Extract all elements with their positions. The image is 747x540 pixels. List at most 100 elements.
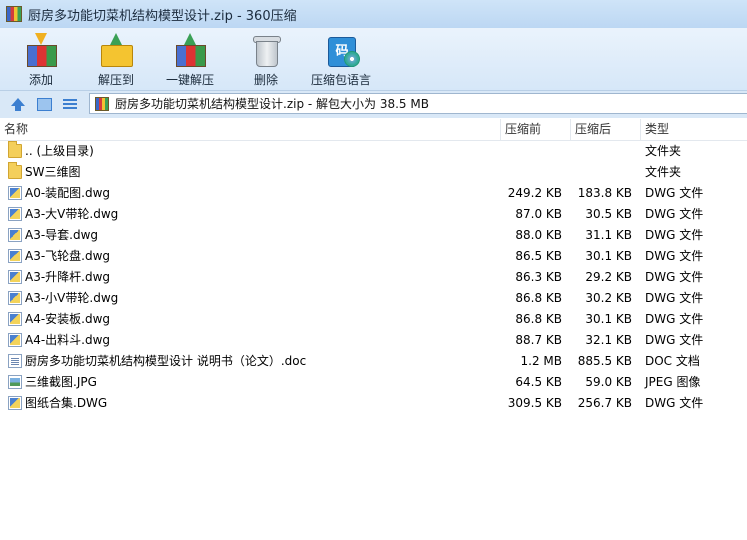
file-type: DWG 文件: [645, 291, 704, 305]
file-row[interactable]: A4-出料斗.dwg 88.7 KB 32.1 KB DWG 文件: [0, 330, 747, 351]
file-name: A0-装配图.dwg: [25, 186, 111, 200]
file-name: 图纸合集.DWG: [25, 396, 108, 410]
archive-language-button[interactable]: 码 压缩包语言: [308, 30, 374, 88]
file-size-before: 86.8 KB: [515, 312, 562, 326]
large-icon-view-icon[interactable]: [36, 96, 52, 112]
file-row[interactable]: 图纸合集.DWG 309.5 KB 256.7 KB DWG 文件: [0, 393, 747, 414]
archive-language-button-label: 压缩包语言: [310, 73, 371, 87]
file-name: A4-出料斗.dwg: [25, 333, 111, 347]
file-size-before: 309.5 KB: [507, 396, 562, 410]
file-row[interactable]: SW三维图 文件夹: [0, 162, 747, 183]
file-size-after: 59.0 KB: [585, 375, 632, 389]
file-row[interactable]: A4-安装板.dwg 86.8 KB 30.1 KB DWG 文件: [0, 309, 747, 330]
address-bar[interactable]: 厨房多功能切菜机结构模型设计.zip - 解包大小为 38.5 MB: [89, 93, 747, 114]
file-type: DWG 文件: [645, 186, 704, 200]
file-size-after: 31.1 KB: [585, 228, 632, 242]
file-size-after: 30.5 KB: [585, 207, 632, 221]
file-type: 文件夹: [645, 144, 682, 158]
dwg-file-icon: [8, 249, 22, 263]
dwg-file-icon: [8, 291, 22, 305]
file-row[interactable]: 三维截图.JPG 64.5 KB 59.0 KB JPEG 图像: [0, 372, 747, 393]
file-name: A3-小V带轮.dwg: [25, 291, 119, 305]
file-row[interactable]: A3-导套.dwg 88.0 KB 31.1 KB DWG 文件: [0, 225, 747, 246]
window-title: 厨房多功能切菜机结构模型设计.zip - 360压缩: [28, 8, 297, 24]
file-type: DWG 文件: [645, 333, 704, 347]
file-row-parent-dir[interactable]: .. (上级目录) 文件夹: [0, 141, 747, 162]
file-size-after: 30.1 KB: [585, 312, 632, 326]
file-type: DWG 文件: [645, 312, 704, 326]
file-name: A3-大V带轮.dwg: [25, 207, 119, 221]
file-type: 文件夹: [645, 165, 682, 179]
dwg-file-icon: [8, 186, 22, 200]
file-size-after: 183.8 KB: [577, 186, 632, 200]
file-size-before: 86.8 KB: [515, 291, 562, 305]
file-row[interactable]: A3-大V带轮.dwg 87.0 KB 30.5 KB DWG 文件: [0, 204, 747, 225]
dwg-file-icon: [8, 207, 22, 221]
file-row[interactable]: 厨房多功能切菜机结构模型设计 说明书（论文）.doc 1.2 MB 885.5 …: [0, 351, 747, 372]
column-header-name[interactable]: 名称: [0, 119, 500, 140]
one-click-extract-icon: [173, 33, 207, 67]
doc-file-icon: [8, 354, 22, 368]
file-size-after: 29.2 KB: [585, 270, 632, 284]
navigation-bar: 厨房多功能切菜机结构模型设计.zip - 解包大小为 38.5 MB: [0, 90, 747, 118]
file-name: SW三维图: [25, 165, 81, 179]
extract-to-button[interactable]: 解压到: [83, 30, 149, 88]
file-list-header: 名称 压缩前 压缩后 类型: [0, 119, 747, 141]
archive-language-icon: 码: [324, 33, 360, 67]
column-header-compressed-after[interactable]: 压缩后: [570, 119, 640, 140]
folder-icon: [8, 162, 22, 179]
file-name: 三维截图.JPG: [25, 375, 97, 389]
file-type: DOC 文档: [645, 354, 700, 368]
file-name: A3-升降杆.dwg: [25, 270, 111, 284]
folder-icon: [8, 141, 22, 158]
dwg-file-icon: [8, 333, 22, 347]
file-size-after: 256.7 KB: [577, 396, 632, 410]
file-name: A4-安装板.dwg: [25, 312, 111, 326]
file-row[interactable]: A3-飞轮盘.dwg 86.5 KB 30.1 KB DWG 文件: [0, 246, 747, 267]
one-click-extract-button-label: 一键解压: [165, 73, 214, 87]
file-type: JPEG 图像: [645, 375, 701, 389]
extract-to-button-label: 解压到: [97, 73, 134, 87]
delete-button[interactable]: 删除: [233, 30, 299, 88]
file-size-before: 86.3 KB: [515, 270, 562, 284]
file-type: DWG 文件: [645, 270, 704, 284]
delete-button-label: 删除: [253, 73, 278, 87]
file-size-before: 87.0 KB: [515, 207, 562, 221]
file-name: 厨房多功能切菜机结构模型设计 说明书（论文）.doc: [25, 354, 307, 368]
file-size-after: 885.5 KB: [577, 354, 632, 368]
file-type: DWG 文件: [645, 396, 704, 410]
file-name: A3-飞轮盘.dwg: [25, 249, 111, 263]
add-button-label: 添加: [28, 73, 53, 87]
title-bar: 厨房多功能切菜机结构模型设计.zip - 360压缩: [0, 0, 747, 28]
column-header-compressed-before[interactable]: 压缩前: [500, 119, 570, 140]
file-size-before: 86.5 KB: [515, 249, 562, 263]
file-size-before: 249.2 KB: [507, 186, 562, 200]
file-size-before: 1.2 MB: [520, 354, 562, 368]
file-list: .. (上级目录) 文件夹 SW三维图 文件夹 A0-装配图.dwg 249.2…: [0, 141, 747, 414]
file-row[interactable]: A3-升降杆.dwg 86.3 KB 29.2 KB DWG 文件: [0, 267, 747, 288]
file-size-before: 64.5 KB: [515, 375, 562, 389]
file-size-before: 88.0 KB: [515, 228, 562, 242]
toolbar: 添加 解压到 一键解压 删除 码 压缩包语言: [0, 28, 747, 90]
column-header-type[interactable]: 类型: [640, 119, 747, 140]
file-type: DWG 文件: [645, 249, 704, 263]
dwg-file-icon: [8, 396, 22, 410]
file-size-before: 88.7 KB: [515, 333, 562, 347]
file-name: .. (上级目录): [25, 144, 94, 158]
image-file-icon: [8, 375, 22, 389]
file-size-after: 30.1 KB: [585, 249, 632, 263]
file-type: DWG 文件: [645, 207, 704, 221]
up-arrow-icon[interactable]: [10, 96, 26, 112]
add-button[interactable]: 添加: [8, 30, 74, 88]
file-row[interactable]: A3-小V带轮.dwg 86.8 KB 30.2 KB DWG 文件: [0, 288, 747, 309]
file-size-after: 32.1 KB: [585, 333, 632, 347]
dwg-file-icon: [8, 270, 22, 284]
dwg-file-icon: [8, 312, 22, 326]
archive-file-icon: [95, 96, 109, 111]
file-row[interactable]: A0-装配图.dwg 249.2 KB 183.8 KB DWG 文件: [0, 183, 747, 204]
file-name: A3-导套.dwg: [25, 228, 99, 242]
add-archive-icon: [24, 33, 58, 67]
extract-to-icon: [99, 33, 133, 67]
list-view-icon[interactable]: [62, 96, 78, 112]
one-click-extract-button[interactable]: 一键解压: [157, 30, 223, 88]
